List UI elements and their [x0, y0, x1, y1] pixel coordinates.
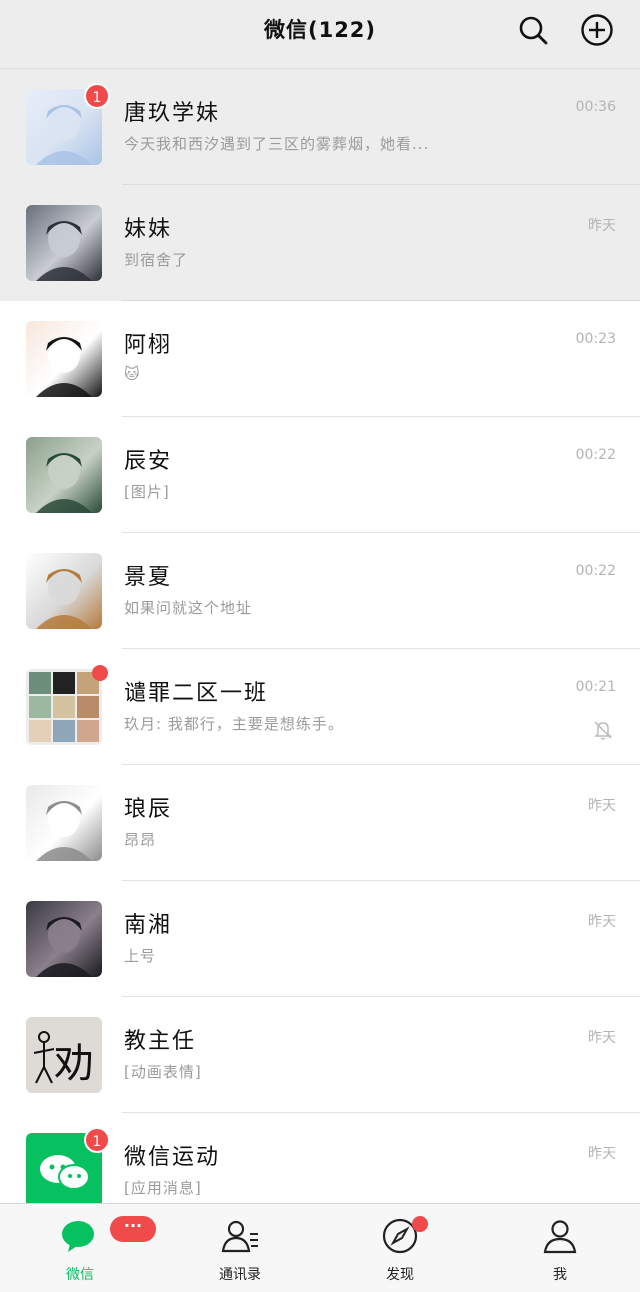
chat-avatar: 劝: [26, 1017, 102, 1093]
discover-dot: [412, 1216, 428, 1232]
chat-row[interactable]: 辰安 [图片] 00:22: [0, 417, 640, 533]
chat-row[interactable]: 南湘上号 昨天: [0, 881, 640, 997]
chat-name: 辰安: [124, 449, 173, 474]
chat-avatar: [26, 321, 102, 397]
chat-row[interactable]: 1 唐玖学妹今天我和西汐遇到了三区的雾葬烟，她看... 00:36: [0, 69, 640, 185]
chat-avatar: [26, 553, 102, 629]
tab-label: 我: [553, 1267, 567, 1283]
chat-avatar: [26, 785, 102, 861]
chat-preview: [图片]: [124, 483, 170, 501]
search-icon[interactable]: [516, 13, 550, 47]
chat-row[interactable]: 景夏如果问就这个地址 00:22: [0, 533, 640, 649]
chat-time: 00:22: [575, 447, 616, 463]
tab-label: 通讯录: [219, 1267, 261, 1283]
chat-preview: 如果问就这个地址: [124, 599, 253, 617]
chats-icon: [62, 1221, 94, 1252]
chat-time: 00:36: [575, 99, 616, 115]
chat-row[interactable]: 妹妹到宿舍了 昨天: [0, 185, 640, 301]
title-bar: 微信(122): [0, 0, 640, 69]
chat-avatar: [26, 437, 102, 513]
chat-time: 00:23: [575, 331, 616, 347]
chat-time: 昨天: [588, 798, 616, 814]
contacts-icon: [221, 1220, 258, 1253]
chat-name: 谴罪二区一班: [124, 681, 269, 706]
chat-preview: 上号: [124, 947, 157, 965]
chat-name: 唐玖学妹: [124, 101, 221, 126]
tab-chats[interactable]: 微信 ···: [20, 1204, 156, 1292]
unread-pill-badge: ···: [110, 1216, 156, 1242]
tab-discover[interactable]: 发现: [340, 1204, 460, 1292]
chat-preview: 今天我和西汐遇到了三区的雾葬烟，她看...: [124, 135, 430, 153]
chat-list: 1 唐玖学妹 今天我和西汐遇到了三区的雾葬烟，她看... 00:36 妹妹 到宿舍了 昨天阿…: [0, 69, 640, 1229]
tab-label: 发现: [386, 1267, 414, 1283]
mute-bell-icon: [594, 721, 612, 740]
chat-time: 昨天: [588, 218, 616, 234]
unread-badge: 1: [84, 1127, 110, 1153]
chat-avatar: [26, 669, 102, 745]
add-plus-icon[interactable]: [580, 13, 614, 47]
chat-name: 景夏: [124, 565, 173, 590]
tab-me[interactable]: 我: [500, 1204, 620, 1292]
chat-name: 南湘: [124, 913, 173, 938]
chat-preview: 到宿舍了: [124, 251, 189, 269]
chat-preview: 🐱: [124, 365, 141, 383]
chat-name: 阿栩: [124, 333, 173, 358]
chat-name: 微信运动: [124, 1145, 221, 1170]
chat-preview: 昂昂: [124, 831, 157, 849]
bottom-tab-bar: 微信 ··· 通讯录 发现 我: [0, 1203, 640, 1292]
chat-preview: 玖月: 我都行，主要是想练手。: [124, 715, 344, 733]
chat-name: 妹妹: [124, 217, 173, 242]
unread-dot: [92, 665, 108, 681]
chat-row[interactable]: 谴罪二区一班玖月: 我都行，主要是想练手。 00:21: [0, 649, 640, 765]
chat-row[interactable]: 劝 教主任 [动画表情] 昨天: [0, 997, 640, 1113]
chat-avatar: [26, 901, 102, 977]
chat-name: 琅辰: [124, 797, 173, 822]
tab-contacts[interactable]: 通讯录: [180, 1204, 300, 1292]
me-profile-icon: [543, 1220, 577, 1254]
tab-label: 微信: [66, 1267, 94, 1283]
chat-avatar: [26, 205, 102, 281]
chat-name: 教主任: [124, 1029, 197, 1054]
chat-time: 00:22: [575, 563, 616, 579]
chat-time: 昨天: [588, 1030, 616, 1046]
chat-time: 昨天: [588, 914, 616, 930]
chat-time: 昨天: [588, 1146, 616, 1162]
avatar-text: 劝: [54, 1041, 94, 1087]
chat-row[interactable]: 琅辰昂昂 昨天: [0, 765, 640, 881]
unread-badge: 1: [84, 83, 110, 109]
chat-row[interactable]: 阿栩 🐱 00:23: [0, 301, 640, 417]
chat-preview: [动画表情]: [124, 1063, 202, 1081]
chat-preview: [应用消息]: [124, 1179, 202, 1197]
chat-time: 00:21: [575, 679, 616, 695]
